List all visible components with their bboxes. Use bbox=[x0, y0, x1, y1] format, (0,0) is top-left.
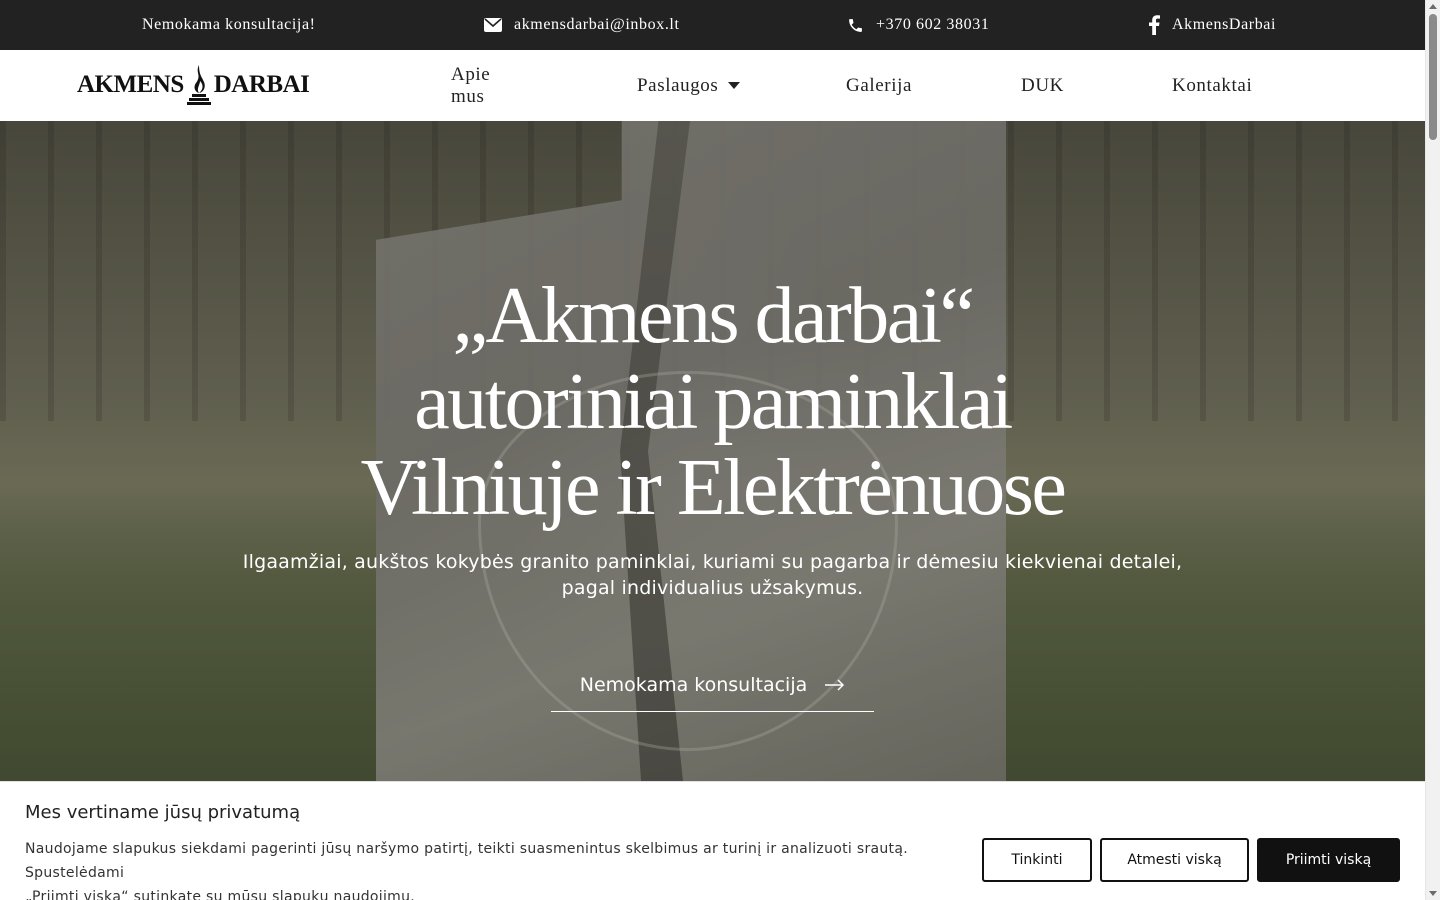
nav-item-galerija[interactable]: Galerija bbox=[846, 50, 912, 121]
hero-section: „Akmens darbai“ autoriniai paminklai Vil… bbox=[0, 121, 1425, 781]
email-label: akmensdarbai@inbox.lt bbox=[514, 16, 680, 33]
logo-text-left: AKMENS bbox=[77, 71, 184, 98]
hero-title: „Akmens darbai“ autoriniai paminklai Vil… bbox=[0, 273, 1425, 531]
cookie-description: Naudojame slapukus siekdami pagerinti jū… bbox=[25, 837, 975, 900]
hero-title-line-2: autoriniai paminklai bbox=[414, 358, 1013, 446]
hero-subtitle-line-1: Ilgaamžiai, aukštos kokybės granito pami… bbox=[242, 551, 1183, 573]
facebook-label: AkmensDarbai bbox=[1172, 16, 1277, 33]
facebook-link[interactable]: AkmensDarbai bbox=[1148, 0, 1276, 50]
nav-item-label: Paslaugos bbox=[637, 74, 719, 96]
flame-logo-icon bbox=[186, 65, 211, 105]
cookie-consent-banner: Mes vertiname jūsų privatumą Naudojame s… bbox=[0, 781, 1425, 900]
consultation-cta-button[interactable]: Nemokama konsultacija bbox=[551, 659, 874, 712]
top-bar: Nemokama konsultacija! akmensdarbai@inbo… bbox=[0, 0, 1425, 50]
nav-item-duk[interactable]: DUK bbox=[1021, 50, 1064, 121]
facebook-icon bbox=[1148, 15, 1160, 35]
scroll-up-arrow-icon[interactable] bbox=[1429, 4, 1437, 9]
site-header: AKMENS DARBAI Apie mus Paslaugos Galerij… bbox=[0, 50, 1425, 121]
nav-item-kontaktai[interactable]: Kontaktai bbox=[1172, 50, 1252, 121]
nav-item-paslaugos[interactable]: Paslaugos bbox=[637, 50, 741, 121]
email-link[interactable]: akmensdarbai@inbox.lt bbox=[484, 0, 680, 50]
hero-subtitle: Ilgaamžiai, aukštos kokybės granito pami… bbox=[0, 549, 1425, 601]
hero-title-line-1: „Akmens darbai“ bbox=[452, 272, 975, 360]
free-consultation-label: Nemokama konsultacija! bbox=[142, 16, 316, 33]
nav-item-apie-mus[interactable]: Apie mus bbox=[451, 50, 490, 121]
cookie-description-line-1: Naudojame slapukus siekdami pagerinti jū… bbox=[25, 841, 908, 881]
cookie-description-line-2: „Priimti viską“ sutinkate su mūsų slapuk… bbox=[25, 889, 416, 900]
nav-item-label: DUK bbox=[1021, 74, 1064, 96]
site-logo[interactable]: AKMENS DARBAI bbox=[77, 60, 310, 110]
logo-text-right: DARBAI bbox=[213, 71, 310, 98]
phone-icon bbox=[847, 17, 864, 34]
envelope-icon bbox=[484, 18, 502, 32]
scroll-down-arrow-icon[interactable] bbox=[1429, 891, 1437, 896]
caret-down-icon bbox=[728, 82, 741, 89]
cookie-title: Mes vertiname jūsų privatumą bbox=[25, 802, 301, 823]
cta-label: Nemokama konsultacija bbox=[579, 674, 808, 696]
scrollbar-thumb[interactable] bbox=[1429, 14, 1437, 140]
nav-item-label: Galerija bbox=[846, 74, 912, 96]
nav-item-label: Kontaktai bbox=[1172, 74, 1253, 96]
page-scrollbar[interactable] bbox=[1425, 0, 1440, 900]
nav-item-label: Apie mus bbox=[451, 63, 491, 107]
phone-link[interactable]: +370 602 38031 bbox=[847, 0, 989, 50]
arrow-right-icon bbox=[825, 679, 845, 691]
cookie-customize-button[interactable]: Tinkinti bbox=[982, 838, 1092, 882]
cookie-reject-all-button[interactable]: Atmesti viską bbox=[1100, 838, 1249, 882]
free-consultation-link[interactable]: Nemokama konsultacija! bbox=[142, 0, 316, 50]
cookie-accept-all-button[interactable]: Priimti viską bbox=[1257, 838, 1400, 882]
hero-subtitle-line-2: pagal individualius užsakymus. bbox=[561, 577, 864, 599]
phone-label: +370 602 38031 bbox=[876, 16, 990, 33]
hero-title-line-3: Vilniuje ir Elektrėnuose bbox=[360, 444, 1067, 532]
